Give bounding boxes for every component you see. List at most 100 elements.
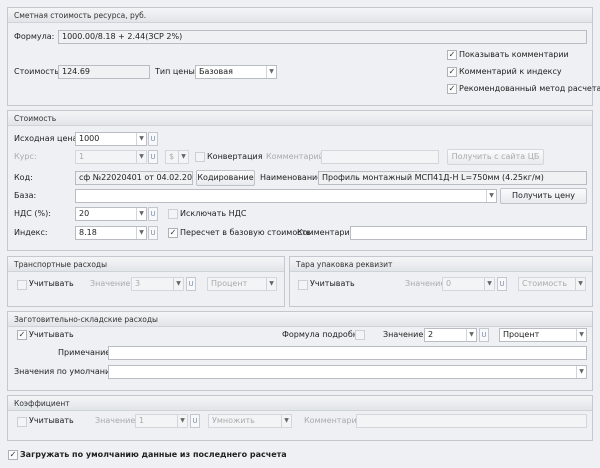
tara-consider-label: Учитывать <box>310 279 355 288</box>
chevron-down-icon[interactable]: ▼ <box>281 415 291 427</box>
unit-button[interactable]: U <box>497 277 507 291</box>
unit-button[interactable]: U <box>190 414 200 428</box>
formula-detail-label: Формула подробно <box>282 330 363 339</box>
tara-value-field[interactable]: 0 ▼ <box>442 277 495 291</box>
coef-comment-label: Комментарий <box>304 416 362 425</box>
coef-op-select[interactable]: Умножить ▼ <box>208 414 292 428</box>
load-default-checkbox[interactable]: ✓ <box>8 450 18 460</box>
defaults-select[interactable]: ▼ <box>108 365 587 379</box>
chevron-down-icon[interactable]: ▼ <box>136 133 146 145</box>
chevron-down-icon[interactable]: ▼ <box>486 190 496 202</box>
transport-unit-select[interactable]: Процент ▼ <box>207 277 277 291</box>
exclude-vat-checkbox[interactable] <box>168 209 178 219</box>
chevron-down-icon[interactable]: ▼ <box>136 151 146 163</box>
price-type-value: Базовая <box>199 67 233 76</box>
rate-comment-field[interactable] <box>321 150 439 164</box>
index-comment-input[interactable] <box>350 226 587 240</box>
tara-consider-checkbox[interactable] <box>298 280 308 290</box>
transport-consider-checkbox[interactable] <box>17 280 27 290</box>
coef-group-title: Коэффициент <box>8 396 592 411</box>
vat-field[interactable]: 20 ▼ <box>75 207 147 221</box>
unit-button[interactable]: U <box>148 207 158 221</box>
vat-value: 20 <box>79 209 90 218</box>
transport-value-field[interactable]: 3 ▼ <box>131 277 184 291</box>
chevron-down-icon[interactable]: ▼ <box>266 66 276 78</box>
cost-field[interactable]: 124.69 <box>58 65 150 79</box>
defaults-label: Значения по умолчанию: <box>14 367 120 376</box>
note-field[interactable] <box>108 346 587 360</box>
estimate-group-title: Сметная стоимость ресурса, руб. <box>8 8 592 23</box>
tara-value: 0 <box>446 279 452 288</box>
formula-label: Формула: <box>14 32 55 41</box>
cost-label: Стоимость: <box>14 67 62 76</box>
chevron-down-icon[interactable]: ▼ <box>576 329 586 341</box>
zsr-value: 2 <box>428 330 434 339</box>
unit-button[interactable]: U <box>479 328 489 342</box>
vat-label: НДС (%): <box>14 209 51 218</box>
recalc-checkbox[interactable]: ✓ <box>168 228 178 238</box>
zsr-unit-value: Процент <box>503 330 540 339</box>
recommended-method-checkbox[interactable]: ✓ <box>447 84 457 94</box>
zsr-value-field[interactable]: 2 ▼ <box>424 328 477 342</box>
zsr-group-title: Заготовительно-складские расходы <box>8 312 592 327</box>
recommended-method-label: Рекомендованный метод расчета <box>459 84 600 93</box>
index-comment-label: Комментарий к индексу <box>459 67 562 76</box>
tara-unit-select[interactable]: Стоимость ▼ <box>518 277 586 291</box>
coef-op-value: Умножить <box>212 416 255 425</box>
cost-group-title: Стоимость <box>8 111 592 126</box>
show-comments-label: Показывать комментарии <box>459 50 569 59</box>
show-comments-checkbox[interactable]: ✓ <box>447 50 457 60</box>
name-label: Наименование: <box>260 173 325 182</box>
recalc-label: Пересчет в базовую стоимость <box>180 228 312 237</box>
chevron-down-icon[interactable]: ▼ <box>576 366 586 378</box>
currency-select[interactable]: $ ▼ <box>165 150 189 164</box>
index-value: 8.18 <box>79 228 97 237</box>
chevron-down-icon[interactable]: ▼ <box>136 208 146 220</box>
chevron-down-icon[interactable]: ▼ <box>466 329 476 341</box>
source-price-label: Исходная цена: <box>14 134 81 143</box>
price-type-select[interactable]: Базовая ▼ <box>195 65 277 79</box>
unit-button[interactable]: U <box>186 277 196 291</box>
transport-value-label: Значение: <box>90 279 133 288</box>
coef-comment-field[interactable] <box>356 414 587 428</box>
chevron-down-icon[interactable]: ▼ <box>484 278 494 290</box>
index-comment-checkbox[interactable]: ✓ <box>447 67 457 77</box>
chevron-down-icon[interactable]: ▼ <box>178 151 188 163</box>
zsr-unit-select[interactable]: Процент ▼ <box>499 328 587 342</box>
price-type-label: Тип цены: <box>155 67 198 76</box>
get-from-cb-button[interactable]: Получить с сайта ЦБ <box>447 149 544 165</box>
coding-button[interactable]: Кодирование <box>196 170 255 186</box>
tara-value-label: Значение <box>405 279 446 288</box>
index-label: Индекс: <box>14 228 48 237</box>
load-default-label: Загружать по умолчанию данные из последн… <box>20 450 287 459</box>
transport-consider-label: Учитывать <box>29 279 74 288</box>
index-field[interactable]: 8.18 ▼ <box>75 226 147 240</box>
formula-field[interactable]: 1000.00/8.18 + 2.44(ЗСР 2%) <box>58 30 587 44</box>
chevron-down-icon[interactable]: ▼ <box>177 415 187 427</box>
zsr-value-label: Значение: <box>383 330 426 339</box>
zsr-consider-checkbox[interactable]: ✓ <box>17 330 27 340</box>
rate-field[interactable]: 1 ▼ <box>75 150 147 164</box>
chevron-down-icon[interactable]: ▼ <box>173 278 183 290</box>
transport-unit-value: Процент <box>211 279 248 288</box>
unit-button[interactable]: U <box>148 150 158 164</box>
tara-unit-value: Стоимость <box>522 279 568 288</box>
coef-consider-label: Учитывать <box>29 416 74 425</box>
chevron-down-icon[interactable]: ▼ <box>575 278 585 290</box>
chevron-down-icon[interactable]: ▼ <box>136 227 146 239</box>
source-price-field[interactable]: 1000 ▼ <box>75 132 147 146</box>
unit-button[interactable]: U <box>148 226 158 240</box>
name-field[interactable]: Профиль монтажный МСП41Д-Н L=750мм (4.25… <box>318 171 587 185</box>
unit-button[interactable]: U <box>148 132 158 146</box>
conversion-checkbox[interactable] <box>195 152 205 162</box>
base-select[interactable]: ▼ <box>75 189 497 203</box>
formula-detail-checkbox[interactable] <box>355 330 365 340</box>
chevron-down-icon[interactable]: ▼ <box>266 278 276 290</box>
coef-consider-checkbox[interactable] <box>17 417 27 427</box>
index-comment-field-label: Комментарий <box>297 228 355 237</box>
base-label: База: <box>14 191 37 200</box>
coef-value-label: Значение <box>95 416 136 425</box>
code-field[interactable]: сф №22020401 от 04.02.2022 <box>75 171 193 185</box>
get-price-button[interactable]: Получить цену <box>500 188 587 204</box>
coef-value-field[interactable]: 1 ▼ <box>135 414 188 428</box>
